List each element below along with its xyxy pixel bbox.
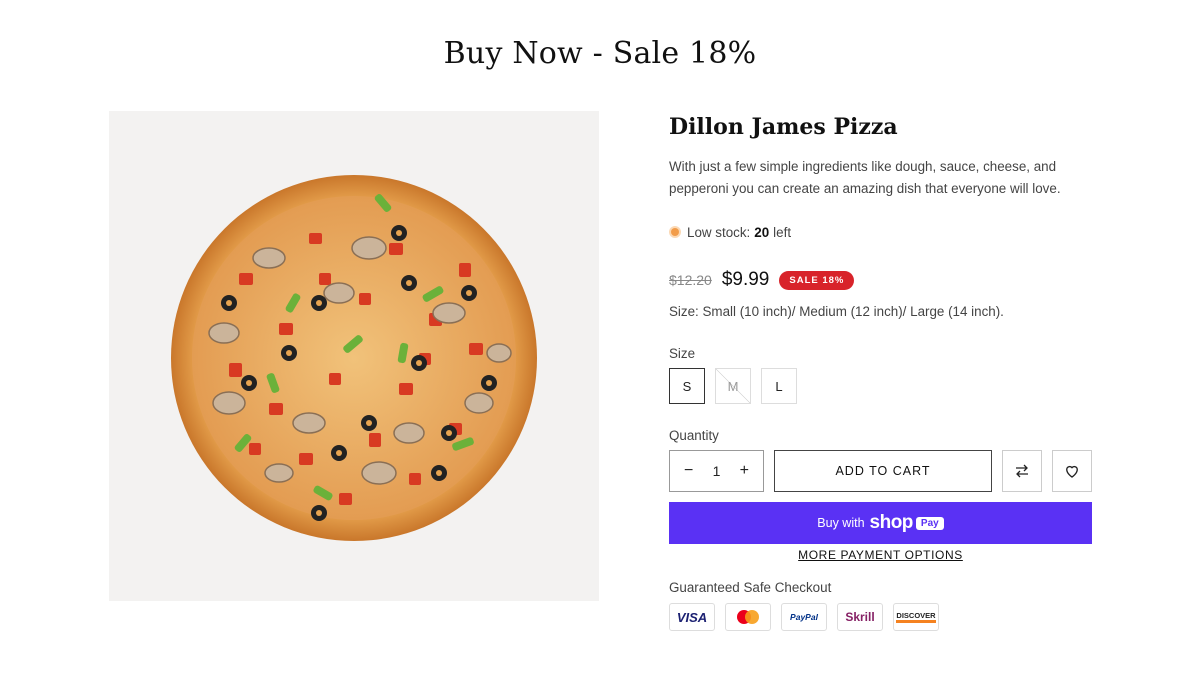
shop-pay-buy-with: Buy with [817,516,865,530]
more-payment-options-link[interactable]: MORE PAYMENT OPTIONS [669,548,1092,562]
payment-icons: VISA PayPal Skrill DISCOVER [669,603,1094,631]
stock-dot-icon [671,228,679,236]
pizza-image [171,175,537,541]
product-image-panel[interactable] [109,111,599,601]
stock-count: 20 [754,224,770,240]
shop-logo: shop [869,512,914,533]
size-option-s[interactable]: S [669,368,705,404]
size-note: Size: Small (10 inch)/ Medium (12 inch)/… [669,304,1004,319]
compare-arrows-icon [1016,464,1028,478]
mastercard-icon [725,603,771,631]
stock-suffix: left [773,224,792,240]
size-label: Size [669,346,696,361]
size-options: S M L [669,368,1094,404]
product-description: With just a few simple ingredients like … [669,159,1061,196]
paypal-icon: PayPal [781,603,827,631]
quantity-decrease-button[interactable]: − [684,462,693,480]
shop-pay-button[interactable]: Buy with shop Pay [669,502,1092,544]
safe-checkout-label: Guaranteed Safe Checkout [669,580,832,595]
quantity-increase-button[interactable]: + [740,462,749,480]
original-price: $12.20 [669,272,712,288]
sale-price: $9.99 [721,269,770,290]
product-info: Dillon James Pizza With just a few simpl… [669,112,1094,631]
heart-icon [1066,465,1078,478]
quantity-stepper: − 1 + [669,450,764,492]
product-title: Dillon James Pizza [669,114,898,140]
visa-icon: VISA [669,603,715,631]
quantity-value[interactable]: 1 [713,463,721,479]
size-option-l[interactable]: L [761,368,797,404]
stock-status: Low stock: 20 left [669,222,1094,242]
quantity-label: Quantity [669,428,719,443]
add-to-cart-button[interactable]: ADD TO CART [774,450,992,492]
stock-prefix: Low stock: [687,224,751,240]
skrill-icon: Skrill [837,603,883,631]
pay-logo: Pay [915,516,944,530]
sale-badge: SALE 18% [779,270,855,290]
discover-icon: DISCOVER [893,603,939,631]
cart-row: − 1 + ADD TO CART [669,450,1094,492]
price-row: $12.20 $9.99 SALE 18% [669,268,1094,292]
compare-button[interactable] [1002,450,1042,492]
wishlist-button[interactable] [1052,450,1092,492]
size-option-m[interactable]: M [715,368,751,404]
page-title: Buy Now - Sale 18% [443,36,757,71]
